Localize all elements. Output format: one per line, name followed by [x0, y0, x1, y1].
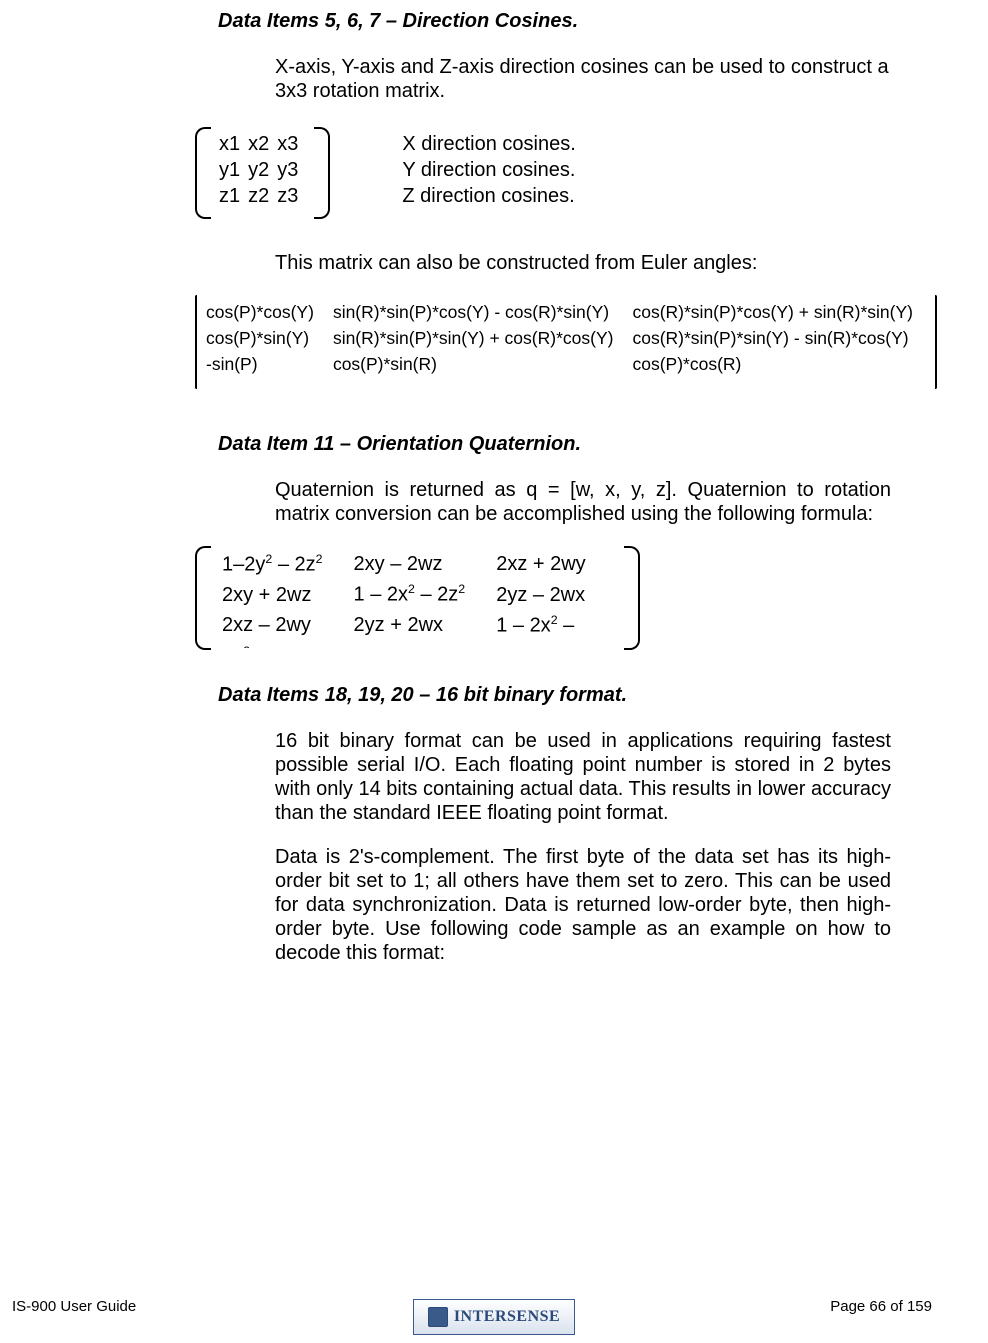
- euler-matrix: cos(P)*cos(Y) sin(R)*sin(P)*cos(Y) - cos…: [197, 295, 935, 393]
- logo-icon: [428, 1307, 448, 1327]
- direction-cosine-matrix: x1 x2 x3 y1 y2 y3 z1 z2 z3: [211, 127, 314, 213]
- logo-text: INTERSENSE: [454, 1308, 560, 1326]
- m-cell: z3: [277, 183, 306, 209]
- label-z: Z direction cosines.: [402, 183, 575, 209]
- body-181920-1: 16 bit binary format can be used in appl…: [275, 729, 891, 825]
- e-cell: cos(R)*sin(P)*sin(Y) - sin(R)*cos(Y): [631, 327, 929, 351]
- cosine-labels: X direction cosines. Y direction cosines…: [402, 127, 575, 209]
- q-cell: 2yz + 2wx: [353, 611, 494, 640]
- body-11: Quaternion is returned as q = [w, x, y, …: [275, 478, 891, 526]
- m-cell: z1: [219, 183, 248, 209]
- q-cell: 2y2: [221, 642, 351, 648]
- m-cell: x1: [219, 131, 248, 157]
- e-cell: cos(P)*cos(Y): [205, 301, 330, 325]
- m-cell: z2: [248, 183, 277, 209]
- e-cell: cos(R)*sin(P)*cos(Y) + sin(R)*sin(Y): [631, 301, 929, 325]
- footer-left: IS-900 User Guide: [12, 1298, 136, 1315]
- m-cell: y3: [277, 157, 306, 183]
- e-cell: cos(P)*cos(R): [631, 353, 929, 377]
- m-cell: y2: [248, 157, 277, 183]
- q-cell: 1 – 2x2 – 2z2: [353, 580, 494, 609]
- section-title-11: Data Item 11 – Orientation Quaternion.: [218, 433, 933, 456]
- e-cell: cos(P)*sin(Y): [205, 327, 330, 351]
- e-cell: cos(P)*sin(R): [332, 353, 630, 377]
- m-cell: y1: [219, 157, 248, 183]
- e-cell: sin(R)*sin(P)*cos(Y) - cos(R)*sin(Y): [332, 301, 630, 325]
- m-cell: x2: [248, 131, 277, 157]
- footer-right: Page 66 of 159: [830, 1298, 932, 1315]
- body-567-1: X-axis, Y-axis and Z-axis direction cosi…: [275, 55, 891, 103]
- label-y: Y direction cosines.: [402, 157, 575, 183]
- q-cell: 2yz – 2wx: [495, 580, 613, 609]
- section-title-181920: Data Items 18, 19, 20 – 16 bit binary fo…: [218, 684, 933, 707]
- q-cell: 2xz + 2wy: [495, 550, 613, 579]
- body-567-2: This matrix can also be constructed from…: [275, 251, 891, 275]
- intersense-logo: INTERSENSE: [413, 1299, 575, 1335]
- section-title-567: Data Items 5, 6, 7 – Direction Cosines.: [218, 10, 933, 33]
- q-cell: 1–2y2 – 2z2: [221, 550, 351, 579]
- e-cell: -sin(P): [205, 353, 330, 377]
- e-cell: sin(R)*sin(P)*sin(Y) + cos(R)*cos(Y): [332, 327, 630, 351]
- q-cell: 2xy – 2wz: [353, 550, 494, 579]
- q-cell: 1 – 2x2 –: [495, 611, 613, 640]
- q-cell: 2xz – 2wy: [221, 611, 351, 640]
- quaternion-matrix: 1–2y2 – 2z2 2xy – 2wz 2xz + 2wy 2xy + 2w…: [211, 546, 624, 648]
- page-footer: IS-900 User Guide Page 66 of 159 INTERSE…: [0, 1298, 988, 1315]
- label-x: X direction cosines.: [402, 131, 575, 157]
- body-181920-2: Data is 2's-complement. The first byte o…: [275, 845, 891, 965]
- euler-matrix-block: cos(P)*cos(Y) sin(R)*sin(P)*cos(Y) - cos…: [195, 295, 933, 393]
- m-cell: x3: [277, 131, 306, 157]
- direction-cosine-matrix-block: x1 x2 x3 y1 y2 y3 z1 z2 z3 X direction c…: [195, 127, 933, 219]
- q-cell: 2xy + 2wz: [221, 580, 351, 609]
- quaternion-matrix-block: 1–2y2 – 2z2 2xy – 2wz 2xz + 2wy 2xy + 2w…: [195, 546, 933, 650]
